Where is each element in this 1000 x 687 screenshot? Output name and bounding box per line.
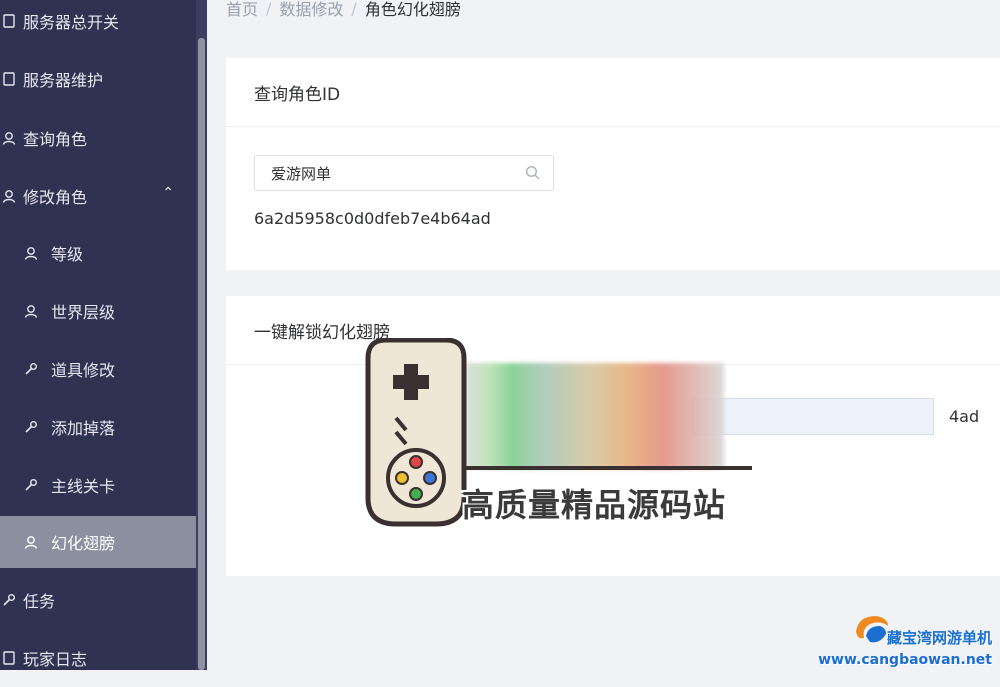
user-icon [24, 304, 38, 318]
breadcrumb-current: 角色幻化翅膀 [364, 0, 461, 19]
wrench-icon [24, 478, 38, 492]
sidebar-item-label: 任务 [23, 592, 56, 611]
sidebar-item-modify-role[interactable]: 修改角色 ⌃ [0, 167, 196, 225]
sidebar-item-label: 查询角色 [23, 130, 88, 149]
wrench-icon [24, 362, 38, 376]
user-icon [2, 131, 16, 145]
sidebar-item-label: 服务器总开关 [23, 13, 120, 32]
search-icon[interactable] [525, 165, 541, 185]
user-icon [24, 246, 38, 260]
tablet-icon [2, 14, 16, 28]
tablet-icon [2, 651, 16, 665]
card-title: 一键解锁幻化翅膀 [226, 296, 1000, 365]
sidebar-item-server-switch[interactable]: 服务器总开关 [0, 0, 196, 50]
tablet-icon [2, 72, 16, 86]
role-search-input[interactable] [269, 163, 513, 183]
blurred-region [466, 363, 724, 469]
user-icon [24, 535, 38, 549]
sidebar-item-world-level[interactable]: 世界层级 [0, 282, 196, 340]
breadcrumb-data-modify[interactable]: 数据修改 [279, 0, 343, 20]
site-url[interactable]: www.cangbaowan.net [818, 652, 992, 668]
sidebar-item-label: 玩家日志 [23, 650, 88, 669]
sidebar-item-server-maintenance[interactable]: 服务器维护 [0, 50, 196, 108]
breadcrumb-home[interactable]: 首页 [226, 0, 258, 20]
watermark-text: 高质量精品源码站 [462, 486, 727, 524]
role-id-input-value: 4ad [949, 407, 980, 426]
sidebar-item-label: 添加掉落 [51, 419, 116, 438]
sidebar-item-label: 世界层级 [51, 303, 116, 322]
chevron-up-icon[interactable]: ⌃ [162, 185, 174, 201]
sidebar-item-label: 服务器维护 [23, 71, 104, 90]
sidebar-item-wings[interactable]: 幻化翅膀 [0, 516, 196, 568]
query-role-card: 查询角色ID 6a2d5958c0d0dfeb7e4b64ad [226, 58, 1000, 270]
sidebar-item-add-drop[interactable]: 添加掉落 [0, 398, 196, 456]
role-id-text: 6a2d5958c0d0dfeb7e4b64ad [254, 209, 491, 228]
sidebar-item-label: 修改角色 [23, 188, 88, 207]
breadcrumb: 首页 / 数据修改 / 角色幻化翅膀 [226, 0, 461, 20]
sidebar-item-item-modify[interactable]: 道具修改 [0, 340, 196, 398]
site-name: 藏宝湾网游单机 [886, 629, 992, 647]
card-title: 查询角色ID [226, 58, 1000, 127]
user-icon [2, 189, 16, 203]
sidebar-item-player-log[interactable]: 玩家日志 [0, 629, 196, 687]
sidebar-item-label: 等级 [51, 245, 84, 264]
breadcrumb-separator: / [266, 0, 272, 18]
sidebar-item-label: 道具修改 [51, 361, 116, 380]
sidebar-item-label: 主线关卡 [51, 477, 116, 496]
wrench-icon [2, 593, 16, 607]
sidebar-item-main-stage[interactable]: 主线关卡 [0, 456, 196, 514]
role-search-box[interactable] [254, 155, 554, 191]
sidebar-item-query-role[interactable]: 查询角色 [0, 109, 196, 167]
sidebar-item-level[interactable]: 等级 [0, 224, 196, 282]
sidebar-scrollbar-thumb[interactable] [198, 38, 205, 670]
breadcrumb-separator: / [351, 0, 357, 18]
wrench-icon [24, 420, 38, 434]
role-id-input: 4ad [692, 398, 979, 435]
sidebar-item-tasks[interactable]: 任务 [0, 571, 196, 629]
sidebar-item-label: 幻化翅膀 [51, 534, 116, 553]
